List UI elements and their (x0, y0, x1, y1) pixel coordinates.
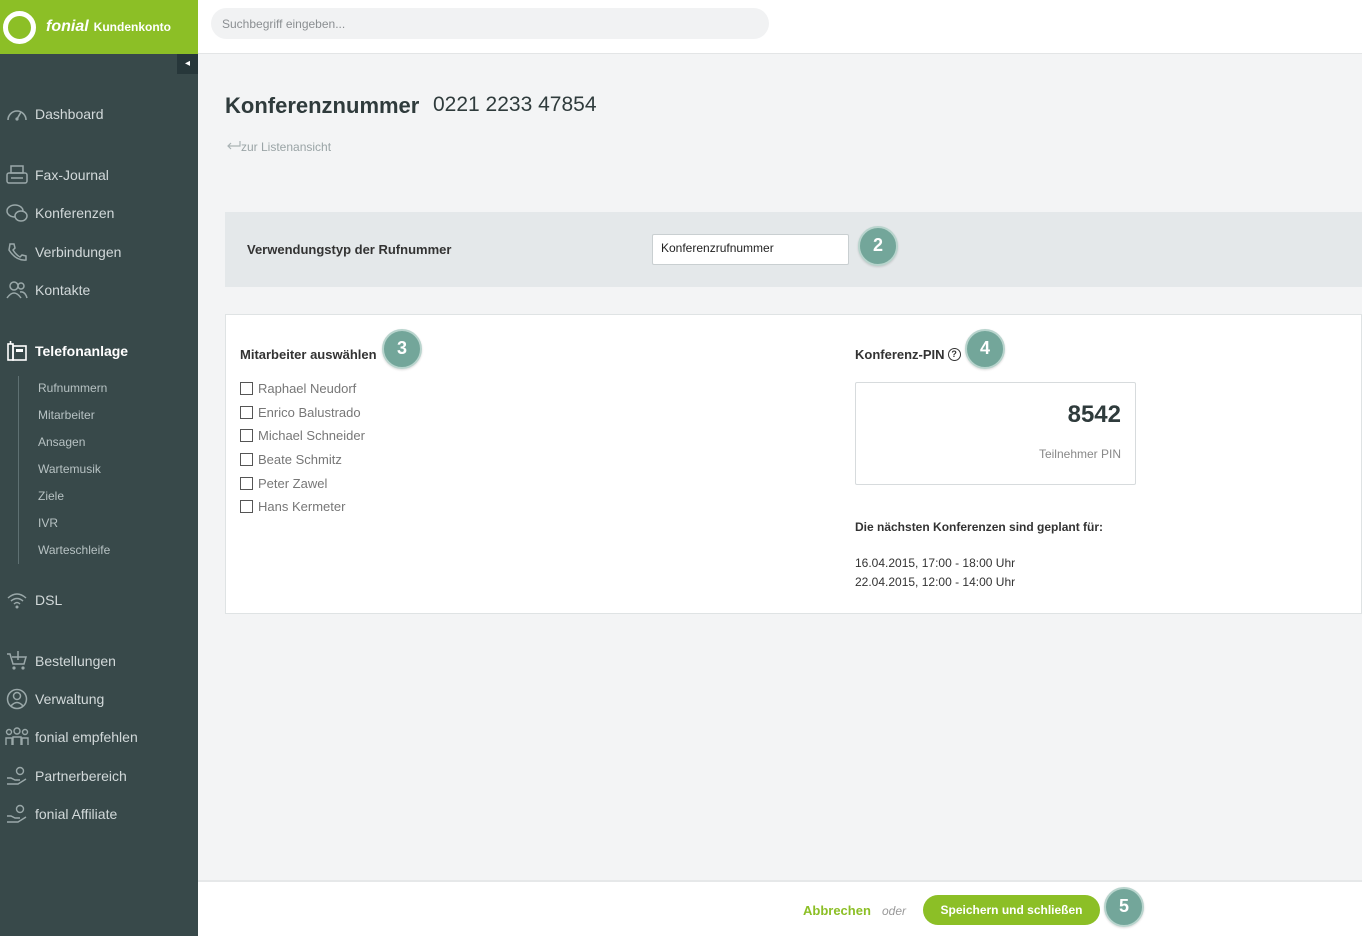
topbar (198, 0, 1362, 54)
conference-pin-label: Konferenz-PIN (855, 347, 945, 362)
sidebar-item-dsl[interactable]: DSL (0, 587, 198, 613)
staff-select-title: Mitarbeiter auswählen (240, 347, 377, 362)
staff-row[interactable]: Beate Schmitz (240, 452, 342, 467)
sidebar-item-fonial-affiliate[interactable]: fonial Affiliate (0, 801, 198, 827)
step-marker-5: 5 (1104, 887, 1144, 927)
sidebar-item-bestellungen[interactable]: Bestellungen (0, 648, 198, 674)
pin-box[interactable]: 8542 Teilnehmer PIN (855, 382, 1136, 485)
return-arrow-icon (225, 139, 241, 154)
sidebar-item-fonial-empfehlen[interactable]: fonial empfehlen (0, 724, 198, 750)
phone-icon (5, 241, 29, 263)
sidebar-item-label: Verbindungen (35, 244, 122, 260)
back-link-label: zur Listenansicht (241, 139, 332, 154)
user-circle-icon (5, 688, 29, 710)
conference-date: 22.04.2015, 12:00 - 14:00 Uhr (855, 575, 1016, 589)
pbx-icon (5, 340, 29, 362)
sidebar-item-label: Fax-Journal (35, 167, 109, 183)
sidebar-item-kontakte[interactable]: Kontakte (0, 277, 198, 303)
conference-number: 0221 2233 47854 (433, 93, 597, 116)
staff-row[interactable]: Hans Kermeter (240, 499, 345, 514)
staff-name: Raphael Neudorf (258, 381, 357, 396)
brand-header[interactable]: fonial Kundenkonto (0, 0, 198, 54)
subnav-item-ziele[interactable]: Ziele (38, 489, 64, 503)
sidebar-item-label: Kontakte (35, 282, 91, 298)
staff-name: Beate Schmitz (258, 452, 342, 467)
sidebar-item-fax-journal[interactable]: Fax-Journal (0, 162, 198, 188)
sidebar-item-label: Bestellungen (35, 653, 116, 669)
conference-settings-card: Mitarbeiter auswählen 3 Raphael Neudorf … (225, 314, 1362, 614)
staff-checkbox[interactable] (240, 406, 253, 419)
staff-checkbox[interactable] (240, 477, 253, 490)
action-footer: Abbrechen oder Speichern und schließen 5 (198, 880, 1362, 936)
sidebar-item-label: fonial Affiliate (35, 806, 118, 822)
conference-pin-title: Konferenz-PIN ? (855, 347, 961, 362)
sidebar-item-konferenzen[interactable]: Konferenzen (0, 200, 198, 226)
sidebar-item-partnerbereich[interactable]: Partnerbereich (0, 763, 198, 789)
usage-type-panel: Verwendungstyp der Rufnummer Konferenzru… (225, 212, 1362, 287)
sidebar-item-label: DSL (35, 592, 63, 608)
step-marker-4: 4 (965, 329, 1005, 369)
staff-checkbox[interactable] (240, 429, 253, 442)
conference-date: 16.04.2015, 17:00 - 18:00 Uhr (855, 556, 1016, 570)
sidebar-item-dashboard[interactable]: Dashboard (0, 101, 198, 127)
staff-checkbox[interactable] (240, 500, 253, 513)
staff-row[interactable]: Raphael Neudorf (240, 381, 356, 396)
staff-row[interactable]: Michael Schneider (240, 428, 365, 443)
page-title: Konferenznummer (225, 93, 420, 118)
subnav-item-warteschleife[interactable]: Warteschleife (38, 543, 110, 557)
cart-icon (5, 650, 29, 672)
usage-type-label: Verwendungstyp der Rufnummer (247, 242, 452, 257)
staff-name: Hans Kermeter (258, 499, 346, 514)
subnav-item-ansagen[interactable]: Ansagen (38, 435, 85, 449)
usage-type-field[interactable]: Konferenzrufnummer (652, 234, 849, 265)
pin-value: 8542 (1067, 401, 1121, 428)
cancel-link[interactable]: Abbrechen (803, 903, 871, 918)
step-marker-3: 3 (382, 329, 422, 369)
help-icon[interactable]: ? (947, 348, 961, 361)
sidebar-item-label: Konferenzen (35, 205, 115, 221)
staff-name: Peter Zawel (258, 476, 328, 491)
wifi-icon (5, 589, 29, 611)
collapse-sidebar-button[interactable]: ◂ (177, 54, 198, 74)
pin-caption: Teilnehmer PIN (1038, 447, 1121, 461)
sidebar-item-label: fonial empfehlen (35, 729, 138, 745)
group-icon (5, 726, 29, 748)
staff-name: Enrico Balustrado (258, 405, 361, 420)
staff-row[interactable]: Peter Zawel (240, 476, 327, 491)
sidebar-item-verbindungen[interactable]: Verbindungen (0, 239, 198, 265)
staff-row[interactable]: Enrico Balustrado (240, 405, 361, 420)
subnav-item-mitarbeiter[interactable]: Mitarbeiter (38, 408, 95, 422)
fonial-logo-icon (3, 10, 36, 44)
search-input[interactable] (211, 8, 769, 39)
or-separator: oder (882, 904, 907, 918)
hand-coin-icon (5, 765, 29, 787)
hand-coin-icon (5, 803, 29, 825)
staff-checkbox[interactable] (240, 382, 253, 395)
speedometer-icon (5, 103, 29, 125)
sidebar-item-label: Verwaltung (35, 691, 105, 707)
save-and-close-button[interactable]: Speichern und schließen (923, 895, 1100, 925)
sidebar-item-label: Partnerbereich (35, 768, 127, 784)
staff-checkbox[interactable] (240, 453, 253, 466)
telefonanlage-subnav: Rufnummern Mitarbeiter Ansagen Wartemusi… (18, 376, 188, 564)
sidebar: fonial Kundenkonto ◂ Dashboard Fax-Journ… (0, 0, 198, 936)
subnav-item-wartemusik[interactable]: Wartemusik (38, 462, 101, 476)
sidebar-item-verwaltung[interactable]: Verwaltung (0, 686, 198, 712)
back-to-list-link[interactable]: zur Listenansicht (225, 139, 331, 154)
subnav-item-rufnummern[interactable]: Rufnummern (38, 381, 107, 395)
sidebar-item-telefonanlage[interactable]: Telefonanlage (0, 338, 198, 364)
step-marker-2: 2 (858, 226, 898, 266)
staff-name: Michael Schneider (258, 428, 365, 443)
brand-name: fonial (46, 18, 89, 35)
fax-icon (5, 164, 29, 186)
subnav-item-ivr[interactable]: IVR (38, 516, 58, 530)
chat-bubbles-icon (5, 202, 29, 224)
people-icon (5, 279, 29, 301)
sidebar-item-label: Telefonanlage (35, 343, 129, 359)
brand-subtitle: Kundenkonto (93, 20, 171, 34)
sidebar-item-label: Dashboard (35, 106, 104, 122)
upcoming-conferences-title: Die nächsten Konferenzen sind geplant fü… (855, 520, 1104, 534)
